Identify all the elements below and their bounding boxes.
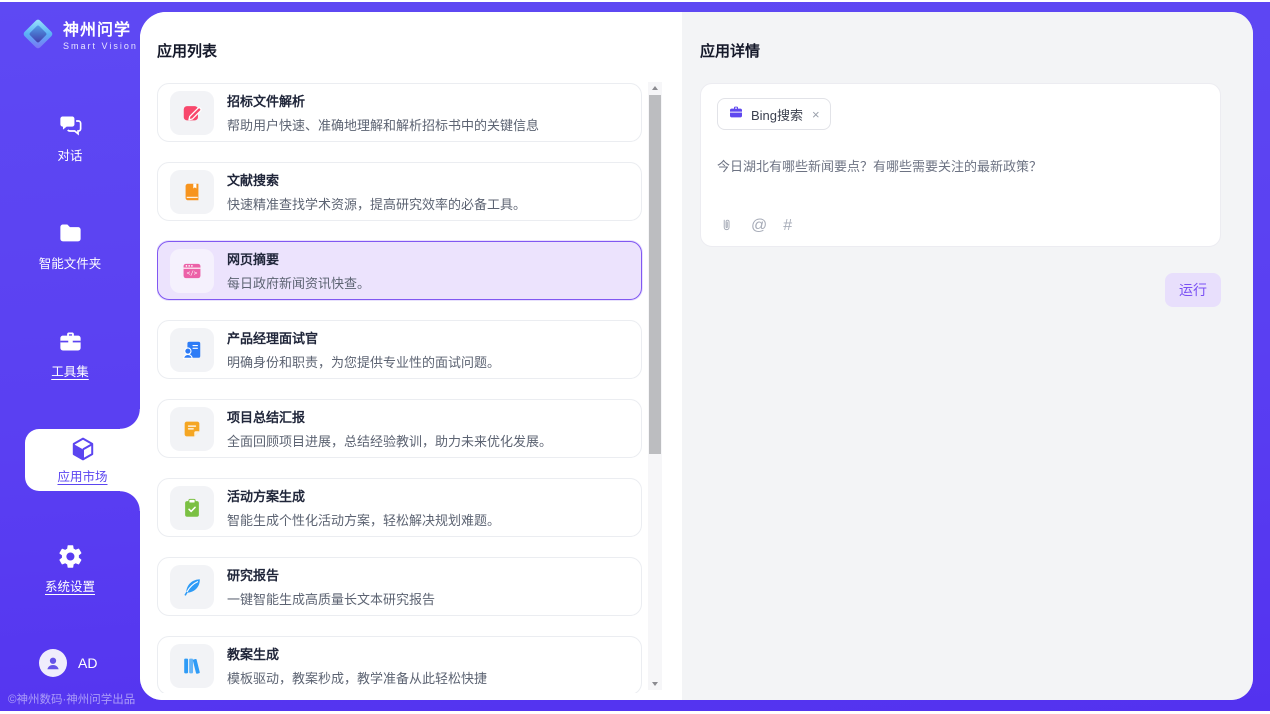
run-row: 运行 — [700, 273, 1221, 307]
browser-code-icon: </> — [170, 249, 214, 293]
books-icon — [170, 644, 214, 688]
prompt-input[interactable]: Bing搜索 × 今日湖北有哪些新闻要点？有哪些需要关注的最新政策？ @ # — [700, 83, 1221, 247]
chat-icon — [57, 112, 84, 139]
run-button[interactable]: 运行 — [1165, 273, 1221, 307]
app-card[interactable]: 产品经理面试官明确身份和职责，为您提供专业性的面试问题。 — [157, 320, 642, 379]
app-card-title: 项目总结汇报 — [227, 407, 552, 426]
toolbox-icon — [57, 328, 84, 355]
cube-icon — [69, 435, 97, 462]
user-name: AD — [78, 655, 97, 671]
tool-tag-label: Bing搜索 — [751, 105, 803, 124]
app-card-title: 研究报告 — [227, 565, 435, 584]
copyright-text: ©神州数码·神州问学出品 — [8, 691, 135, 707]
interview-icon — [170, 328, 214, 372]
app-card[interactable]: 文献搜索快速精准查找学术资源，提高研究效率的必备工具。 — [157, 162, 642, 221]
app-card[interactable]: 研究报告一键智能生成高质量长文本研究报告 — [157, 557, 642, 616]
app-card-description: 模板驱动，教案秒成，教学准备从此轻松快捷 — [227, 668, 487, 687]
app-list: 招标文件解析帮助用户快速、准确地理解和解析招标书中的关键信息文献搜索快速精准查找… — [157, 83, 682, 693]
app-card[interactable]: 教案生成模板驱动，教案秒成，教学准备从此轻松快捷 — [157, 636, 642, 693]
brand-subtitle: Smart Vision — [63, 41, 138, 51]
svg-text:</>: </> — [187, 270, 198, 277]
app-card[interactable]: 项目总结汇报全面回顾项目进展，总结经验教训，助力未来优化发展。 — [157, 399, 642, 458]
app-card-title: 文献搜索 — [227, 170, 526, 189]
book-icon — [170, 170, 214, 214]
app-card-title: 产品经理面试官 — [227, 328, 500, 347]
app-card-description: 全面回顾项目进展，总结经验教训，助力未来优化发展。 — [227, 431, 552, 450]
at-icon[interactable]: @ — [751, 218, 767, 234]
app-card-description: 快速精准查找学术资源，提高研究效率的必备工具。 — [227, 194, 526, 213]
sidebar-item-smart-folder[interactable]: 智能文件夹 — [0, 220, 140, 272]
sidebar-item-label: 对话 — [57, 145, 82, 164]
scrollbar-track[interactable] — [648, 82, 662, 690]
note-icon — [170, 407, 214, 451]
app-list-title: 应用列表 — [157, 40, 682, 61]
briefcase-icon — [728, 104, 744, 125]
app-window: 神州问学 Smart Vision 对话智能文件夹工具集应用市场系统设置 AD … — [0, 2, 1270, 711]
app-card-description: 帮助用户快速、准确地理解和解析招标书中的关键信息 — [227, 115, 539, 134]
close-icon[interactable]: × — [812, 107, 820, 122]
sidebar: 神州问学 Smart Vision 对话智能文件夹工具集应用市场系统设置 AD … — [0, 2, 140, 711]
prompt-text[interactable]: 今日湖北有哪些新闻要点？有哪些需要关注的最新政策？ — [717, 156, 1204, 175]
prompt-toolbar: @ # — [718, 217, 792, 234]
app-card[interactable]: 招标文件解析帮助用户快速、准确地理解和解析招标书中的关键信息 — [157, 83, 642, 142]
app-card-description: 智能生成个性化活动方案，轻松解决规划难题。 — [227, 510, 500, 529]
sidebar-item-label: 应用市场 — [57, 466, 107, 485]
sidebar-item-chat[interactable]: 对话 — [0, 112, 140, 164]
app-card-description: 每日政府新闻资讯快查。 — [227, 273, 370, 292]
scrollbar-thumb[interactable] — [649, 95, 661, 454]
sidebar-item-label: 工具集 — [51, 361, 89, 380]
app-card-description: 明确身份和职责，为您提供专业性的面试问题。 — [227, 352, 500, 371]
app-card-title: 招标文件解析 — [227, 91, 539, 110]
main-content: 应用列表 招标文件解析帮助用户快速、准确地理解和解析招标书中的关键信息文献搜索快… — [140, 12, 1253, 700]
diamond-logo-icon — [20, 16, 56, 57]
sidebar-item-system-settings[interactable]: 系统设置 — [0, 543, 140, 595]
report-icon — [170, 565, 214, 609]
gear-icon — [57, 543, 84, 570]
app-card-title: 网页摘要 — [227, 249, 370, 268]
folder-icon — [57, 220, 84, 247]
avatar[interactable] — [39, 649, 67, 677]
brand-logo: 神州问学 Smart Vision — [20, 16, 138, 57]
sidebar-item-label: 系统设置 — [45, 576, 95, 595]
tool-tag-bing-search[interactable]: Bing搜索 × — [717, 98, 831, 130]
brand-name: 神州问学 — [63, 22, 138, 40]
app-list-panel: 应用列表 招标文件解析帮助用户快速、准确地理解和解析招标书中的关键信息文献搜索快… — [140, 12, 682, 700]
app-card-description: 一键智能生成高质量长文本研究报告 — [227, 589, 435, 608]
app-card[interactable]: </> 网页摘要每日政府新闻资讯快查。 — [157, 241, 642, 300]
clipboard-icon — [170, 486, 214, 530]
scrollbar-down-arrow-icon[interactable] — [648, 677, 662, 690]
sidebar-item-app-market[interactable]: 应用市场 — [25, 429, 140, 491]
paperclip-icon[interactable] — [718, 217, 735, 234]
user-account[interactable]: AD — [39, 649, 97, 677]
pen-square-icon — [170, 91, 214, 135]
hash-icon[interactable]: # — [783, 218, 792, 234]
scrollbar-up-arrow-icon[interactable] — [648, 82, 662, 95]
sidebar-item-label: 智能文件夹 — [39, 253, 102, 272]
app-card-title: 教案生成 — [227, 644, 487, 663]
app-card-title: 活动方案生成 — [227, 486, 500, 505]
sidebar-item-toolset[interactable]: 工具集 — [0, 328, 140, 380]
app-detail-title: 应用详情 — [700, 40, 1221, 61]
app-detail-panel: 应用详情 Bing搜索 × 今日湖北有哪些新闻要点？有哪些需要关注的最新政策？ … — [682, 12, 1253, 700]
app-card[interactable]: 活动方案生成智能生成个性化活动方案，轻松解决规划难题。 — [157, 478, 642, 537]
